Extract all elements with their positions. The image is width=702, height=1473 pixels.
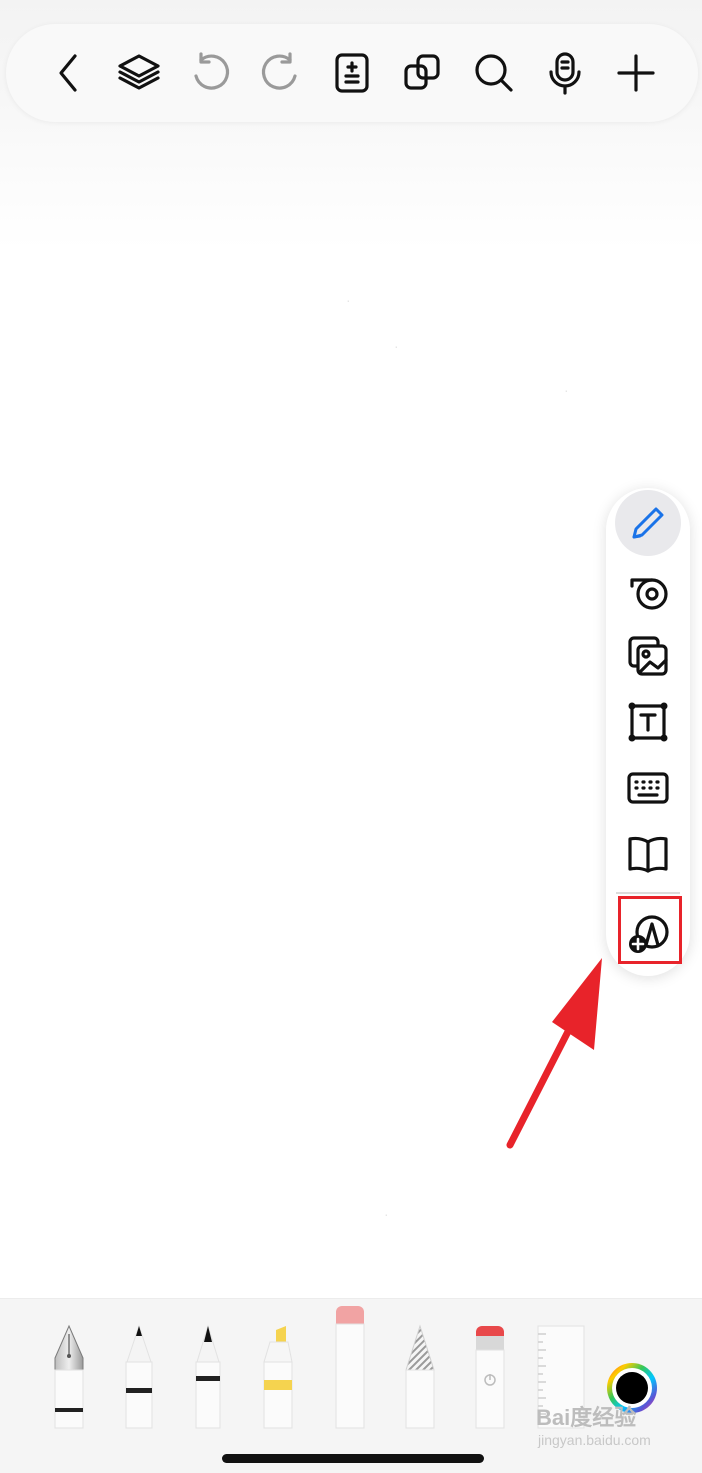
annotation-arrow-icon [506,958,602,1149]
eraser-icon [335,1306,365,1429]
undo-button[interactable] [174,37,246,109]
home-indicator[interactable] [222,1454,484,1463]
textbox-icon [628,702,668,742]
highlight-box [618,896,682,964]
keyboard-icon [627,772,669,804]
fine-pen-icon [195,1324,221,1429]
fine-pen-tool[interactable] [194,1324,222,1433]
image-tool-button[interactable] [618,628,678,684]
page-add-icon [335,53,369,93]
layers-button[interactable] [103,37,175,109]
page-add-button[interactable] [316,37,388,109]
layers-icon [118,54,160,90]
add-button[interactable] [600,37,672,109]
textbox-tool-button[interactable] [618,694,678,750]
pencil-icon [405,1324,435,1429]
highlighter-tool[interactable] [262,1324,294,1433]
lasso-tool[interactable] [474,1324,506,1433]
keyboard-tool-button[interactable] [618,760,678,816]
microphone-button[interactable] [529,37,601,109]
undo-icon [194,52,230,90]
lasso-icon [475,1326,505,1429]
fountain-pen-icon [54,1324,84,1429]
canvas-speck: · [564,382,569,398]
search-button[interactable] [458,37,530,109]
ballpoint-pen-icon [125,1324,153,1429]
tape-icon [630,578,668,610]
copy-button[interactable] [387,37,459,109]
top-toolbar [6,24,698,122]
copy-icon [404,54,440,90]
eraser-tool[interactable] [334,1304,366,1433]
fountain-pen-tool[interactable] [52,1324,86,1433]
canvas-speck: · [346,292,351,308]
microphone-icon [549,52,581,95]
watermark-brand: Bai度经验 [536,1405,637,1430]
search-icon [475,54,513,92]
image-icon [628,636,668,676]
book-icon [628,836,668,873]
pen-tool-button[interactable] [615,490,681,556]
panel-divider [616,892,680,894]
canvas-speck: · [394,338,399,354]
back-button[interactable] [32,37,104,109]
ballpoint-pen-tool[interactable] [124,1324,154,1433]
pen-icon [632,507,664,539]
pencil-tool[interactable] [404,1324,436,1433]
redo-button[interactable] [245,37,317,109]
highlighter-icon [263,1326,293,1429]
canvas-speck: · [384,1206,389,1222]
redo-icon [261,52,297,90]
back-icon [59,54,77,92]
book-tool-button[interactable] [618,826,678,882]
watermark-url: jingyan.baidu.com [538,1432,651,1448]
tape-tool-button[interactable] [618,562,678,618]
plus-icon [617,54,655,92]
